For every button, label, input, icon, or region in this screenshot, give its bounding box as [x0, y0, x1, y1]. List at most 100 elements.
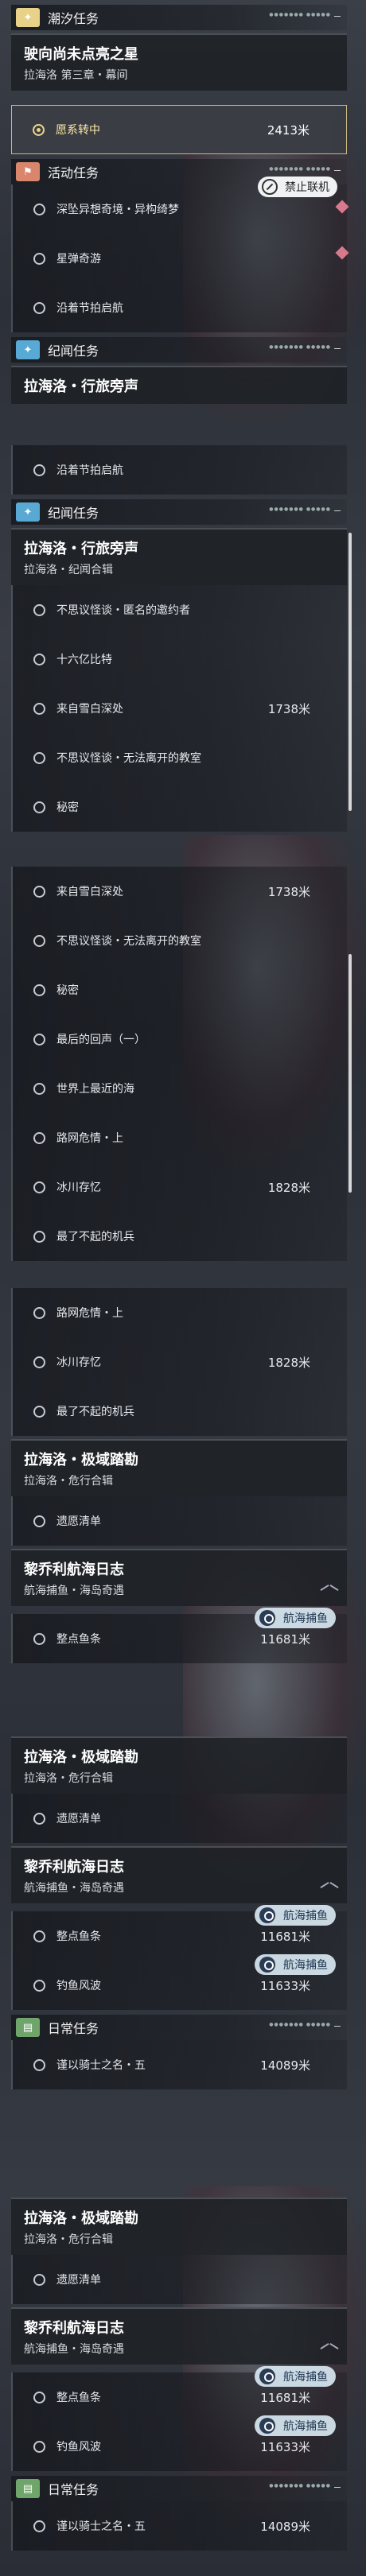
quest-item[interactable]: 星弹奇游 [11, 234, 349, 283]
quest-title: 拉海洛・行旅旁声 [24, 541, 138, 557]
radio-icon [33, 983, 45, 996]
item-label: 路网危情・上 [56, 1132, 123, 1145]
quest-item[interactable]: 冰川存忆 1828米 [11, 1337, 347, 1387]
radio-icon [33, 203, 45, 215]
item-distance: 14089米 [260, 2519, 310, 2534]
item-label: 遗愿清单 [56, 1515, 101, 1528]
quest-item[interactable]: 整点鱼条 11681米 航海捕鱼 [11, 1905, 347, 1961]
scrollbar[interactable] [348, 954, 352, 1193]
radio-icon [33, 1082, 45, 1095]
decor-code: ●●●●●●● ●●●●● [269, 344, 341, 350]
radio-icon [33, 1930, 45, 1942]
scrollbar[interactable] [348, 533, 352, 811]
item-distance: 14089米 [260, 2058, 310, 2073]
quest-item[interactable]: 冰川存忆 1828米 [11, 1162, 347, 1212]
quest-item[interactable]: 来自雪白深处 1738米 [11, 684, 347, 733]
radio-icon [33, 123, 45, 136]
quest-title: 拉海洛・极域踏勘 [24, 1452, 138, 1468]
quest-item[interactable]: 不思议怪谈・无法离开的教室 [11, 733, 347, 782]
item-distance: 1828米 [267, 1355, 310, 1370]
section-header-daily[interactable]: ▤ 日常任务 ●●●●●●● ●●●●● [11, 2476, 347, 2501]
quest-card-polar[interactable]: 拉海洛・极域踏勘 拉海洛・危行合辑 [11, 1736, 347, 1794]
item-distance: 11681米 [260, 1929, 310, 1944]
quest-card-polar[interactable]: 拉海洛・极域踏勘 拉海洛・危行合辑 [11, 1439, 347, 1496]
quest-item[interactable]: 世界上最近的海 [11, 1064, 347, 1113]
quest-item[interactable]: 秘密 [11, 965, 347, 1014]
quest-item[interactable]: 路网危情・上 [11, 1288, 347, 1337]
quest-item[interactable]: 路网危情・上 [11, 1113, 347, 1162]
quest-item[interactable]: 最了不起的机兵 [11, 1387, 347, 1436]
quest-item[interactable]: 谨以骑士之名・五 14089米 [11, 2040, 347, 2089]
section-header-daily[interactable]: ▤ 日常任务 ●●●●●●● ●●●●● [11, 2015, 347, 2040]
quest-title: 黎乔利航海日志 [24, 1562, 124, 1578]
section-header-tide[interactable]: ✦ 潮汐任务 ●●●●●●● ●●●●● [11, 5, 347, 30]
item-label: 十六亿比特 [56, 654, 112, 666]
section-header-chronicle[interactable]: ✦ 纪闻任务 ●●●●●●● ●●●●● [11, 337, 347, 363]
decor-code: ●●●●●●● ●●●●● [269, 2022, 341, 2027]
quest-item[interactable]: 遗愿清单 [11, 1794, 347, 1843]
quest-card-log[interactable]: 黎乔利航海日志 航海捕鱼・海岛奇遇 [11, 1846, 347, 1903]
quest-item[interactable]: 不思议怪谈・无法离开的教室 [11, 916, 347, 965]
quest-item[interactable]: 钓鱼风波 11633米 航海捕鱼 [11, 1954, 347, 2010]
item-label: 整点鱼条 [56, 2392, 101, 2404]
radio-icon [33, 603, 45, 616]
section-label: 潮汐任务 [48, 11, 99, 26]
quest-item[interactable]: 十六亿比特 [11, 634, 347, 684]
radio-icon [33, 1632, 45, 1645]
quest-item[interactable]: 遗愿清单 [11, 2255, 347, 2304]
quest-card-chronicle[interactable]: 拉海洛・行旅旁声 [11, 366, 347, 404]
item-label: 最了不起的机兵 [56, 1406, 134, 1418]
item-label: 整点鱼条 [56, 1633, 101, 1646]
quest-item[interactable]: 谨以骑士之名・五 14089米 [11, 2501, 347, 2551]
fishing-tag: 航海捕鱼 [255, 1608, 336, 1628]
radio-icon [33, 1131, 45, 1144]
quest-card-chronicle[interactable]: 拉海洛・行旅旁声拉海洛・纪闻合辑 [11, 528, 347, 585]
section-header-chronicle[interactable]: ✦ 纪闻任务 ●●●●●●● ●●●●● [11, 499, 347, 525]
quest-item-tracked[interactable]: 愿系转中 2413米 [11, 105, 347, 154]
compass-icon [259, 2368, 275, 2384]
item-label: 冰川存忆 [56, 1181, 101, 1194]
compass-icon [259, 1610, 275, 1626]
book-icon: ▤ [16, 2479, 40, 2498]
quest-subtitle: 拉海洛・纪闻合辑 [24, 564, 113, 576]
quest-item[interactable]: 整点鱼条 11681米 航海捕鱼 [11, 2366, 347, 2422]
radio-icon [33, 2058, 45, 2071]
collapse-chevron-icon[interactable] [320, 1880, 339, 1891]
quest-card-log[interactable]: 黎乔利航海日志 航海捕鱼・海岛奇遇 [11, 2307, 347, 2365]
item-distance: 2413米 [267, 122, 310, 138]
quest-item[interactable]: 遗愿清单 [11, 1496, 347, 1546]
star-icon: ✦ [16, 502, 40, 522]
radio-icon [33, 1306, 45, 1319]
radio-icon [33, 751, 45, 764]
quest-item[interactable]: 秘密 [11, 782, 347, 832]
alert-diamond-icon [335, 246, 349, 260]
quest-item[interactable]: 整点鱼条 11681米 航海捕鱼 [11, 1608, 347, 1663]
quest-panel-6: 拉海洛・极域踏勘 拉海洛・危行合辑 遗愿清单 黎乔利航海日志 航海捕鱼・海岛奇遇 整… [11, 2194, 347, 2551]
quest-item[interactable]: 深坠异想奇境・异构绮梦 禁止联机 [11, 177, 349, 234]
item-label: 冰川存忆 [56, 1356, 101, 1369]
item-label: 深坠异想奇境・异构绮梦 [56, 204, 179, 216]
quest-item[interactable]: 来自雪白深处 1738米 [11, 867, 347, 916]
quest-title: 黎乔利航海日志 [24, 2320, 124, 2337]
star-icon: ✦ [16, 340, 40, 359]
item-label: 不思议怪谈・匿名的邀约者 [56, 604, 190, 617]
decor-code: ●●●●●●● ●●●●● [269, 166, 341, 172]
quest-item[interactable]: 沿着节拍启航 [11, 283, 347, 332]
quest-item[interactable]: 最了不起的机兵 [11, 1212, 347, 1261]
item-distance: 11633米 [260, 1978, 310, 1993]
radio-icon [33, 464, 45, 476]
quest-subtitle: 拉海洛・危行合辑 [24, 2233, 113, 2246]
quest-item[interactable]: 不思议怪谈・匿名的邀约者 [11, 585, 347, 634]
quest-item[interactable]: 最后的回声（一） [11, 1014, 347, 1064]
collapse-chevron-icon[interactable] [320, 2341, 339, 2352]
quest-item[interactable]: 沿着节拍启航 [11, 445, 347, 495]
item-label: 谨以骑士之名・五 [56, 2520, 146, 2533]
item-distance: 11681米 [260, 1631, 310, 1647]
quest-panel-5: 拉海洛・极域踏勘 拉海洛・危行合辑 遗愿清单 黎乔利航海日志 航海捕鱼・海岛奇遇 整… [11, 1733, 347, 2089]
collapse-chevron-icon[interactable] [320, 1582, 339, 1593]
quest-card-log[interactable]: 黎乔利航海日志 航海捕鱼・海岛奇遇 [11, 1549, 347, 1606]
quest-item[interactable]: 钓鱼风波 11633米 航海捕鱼 [11, 2415, 347, 2471]
quest-title: 拉海洛・行旅旁声 [24, 378, 138, 395]
quest-card-polar[interactable]: 拉海洛・极域踏勘 拉海洛・危行合辑 [11, 2198, 347, 2255]
quest-card-tide[interactable]: 驶向尚未点亮之星 拉海洛 第三章・幕间 [11, 33, 347, 91]
